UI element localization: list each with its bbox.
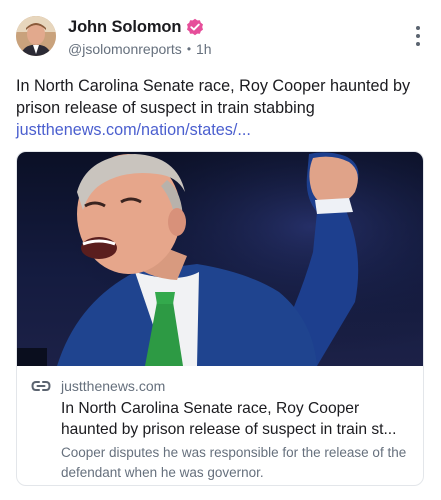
more-vertical-icon[interactable] <box>413 26 423 46</box>
card-body: justthenews.com In North Carolina Senate… <box>17 366 423 483</box>
card-title: In North Carolina Senate race, Roy Coope… <box>61 398 413 440</box>
post-body: In North Carolina Senate race, Roy Coope… <box>16 75 428 141</box>
separator-dot: • <box>186 42 192 56</box>
display-name[interactable]: John Solomon <box>68 18 181 37</box>
verified-badge-icon <box>186 18 204 36</box>
card-title-line1: In North Carolina Senate race, Roy Coope… <box>61 400 360 417</box>
link-icon <box>31 378 51 394</box>
link-preview-card[interactable]: justthenews.com In North Carolina Senate… <box>16 151 424 486</box>
card-image <box>17 152 423 366</box>
card-domain: justthenews.com <box>61 378 166 394</box>
timestamp: 1h <box>196 41 212 57</box>
handle[interactable]: @jsolomonreports <box>68 41 182 57</box>
card-description: Cooper disputes he was responsible for t… <box>61 445 407 480</box>
post-meta: @jsolomonreports • 1h <box>68 41 212 57</box>
post-header: John Solomon @jsolomonreports • 1h <box>16 16 425 60</box>
card-title-line2: haunted by prison release of suspect in … <box>61 421 397 438</box>
post-text: In North Carolina Senate race, Roy Coope… <box>16 77 411 117</box>
post-link[interactable]: justthenews.com/nation/states/... <box>16 119 428 141</box>
author-info: John Solomon @jsolomonreports • 1h <box>68 16 212 58</box>
avatar[interactable] <box>16 16 56 56</box>
